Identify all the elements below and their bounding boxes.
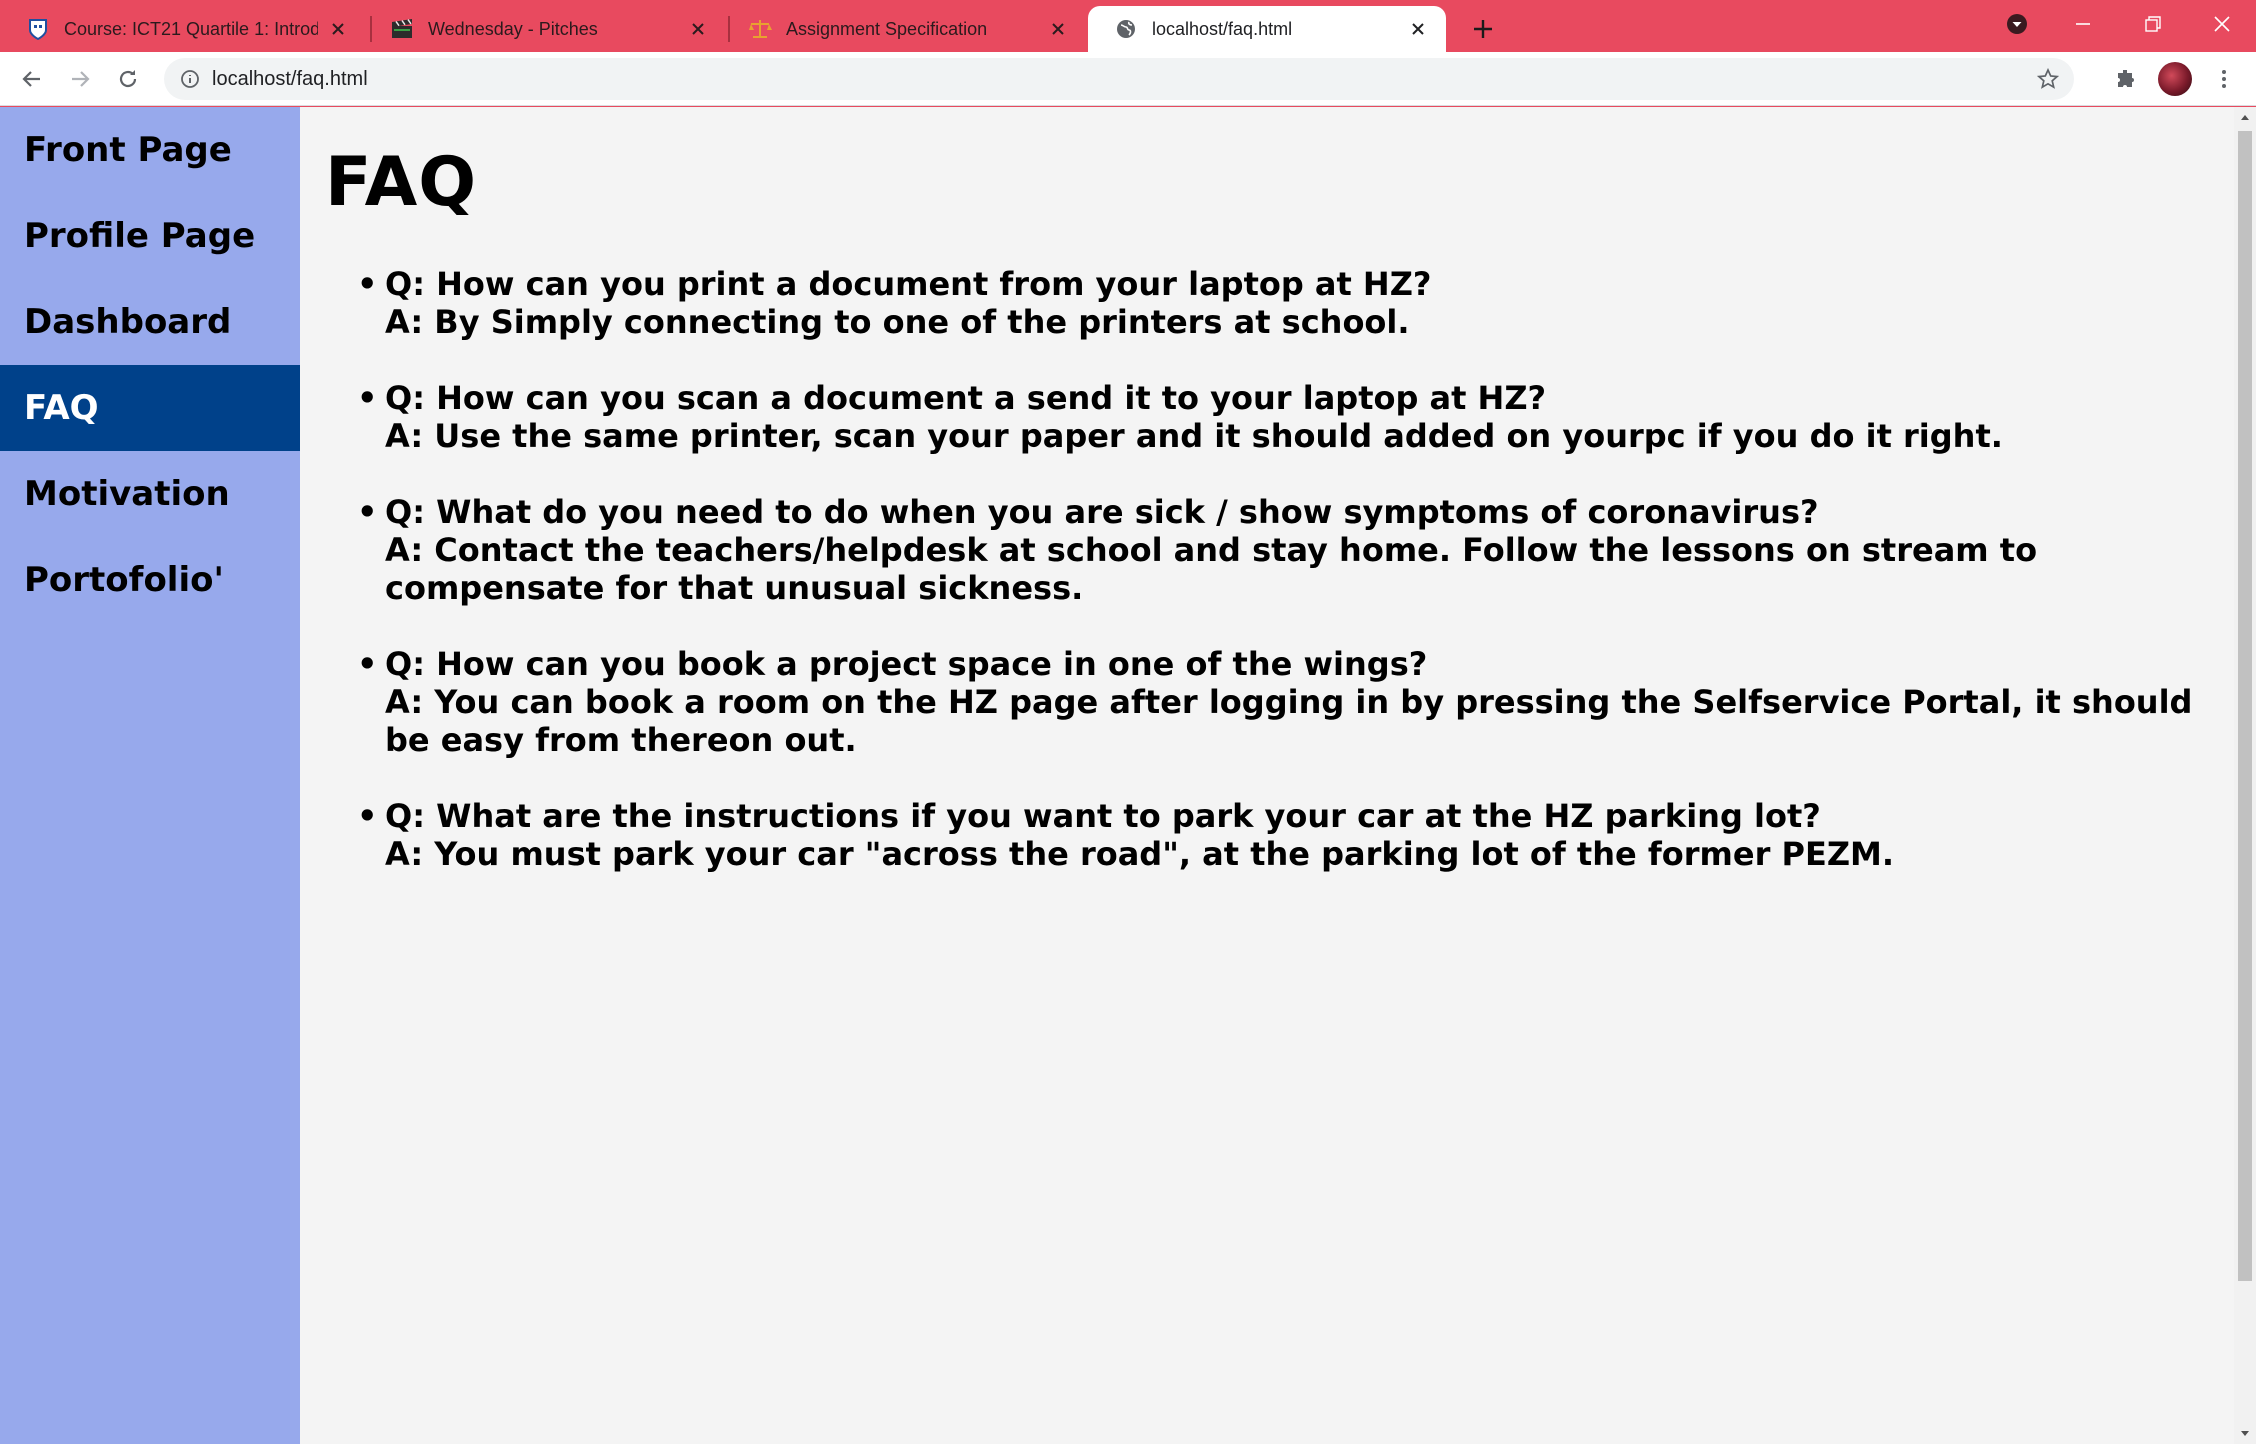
scroll-up-icon[interactable] [2234, 107, 2256, 127]
address-bar[interactable]: localhost/faq.html [164, 58, 2074, 100]
faq-item: • Q: What are the instructions if you wa… [357, 797, 2215, 873]
faq-question: Q: What are the instructions if you want… [385, 797, 1821, 835]
sidebar-nav: Front Page Profile Page Dashboard FAQ Mo… [0, 107, 300, 1444]
close-tab-icon[interactable] [686, 17, 710, 41]
faq-answer: A: You must park your car "across the ro… [385, 835, 1895, 873]
menu-icon[interactable] [2206, 61, 2242, 97]
tab-title: localhost/faq.html [1152, 18, 1293, 39]
scroll-down-icon[interactable] [2234, 1424, 2256, 1444]
faq-answer: A: You can book a room on the HZ page af… [385, 683, 2193, 759]
sidebar-item-portfolio[interactable]: Portofolio' [0, 537, 300, 623]
bullet: • [357, 797, 378, 835]
sidebar-item-profile-page[interactable]: Profile Page [0, 193, 300, 279]
close-tab-icon[interactable] [1046, 17, 1070, 41]
globe-icon [1114, 17, 1138, 41]
close-tab-icon[interactable] [1406, 17, 1430, 41]
faq-answer: A: Use the same printer, scan your paper… [385, 417, 2003, 455]
info-icon[interactable] [178, 67, 202, 91]
tab-pitches[interactable]: Wednesday - Pitches [364, 6, 726, 52]
back-button[interactable] [14, 61, 50, 97]
close-window-icon[interactable] [2188, 0, 2256, 48]
web-page: Front Page Profile Page Dashboard FAQ Mo… [0, 107, 2234, 1444]
minimize-icon[interactable] [2048, 0, 2118, 48]
restore-icon[interactable] [2118, 0, 2188, 48]
tab-assignment[interactable]: Assignment Specification [722, 6, 1086, 52]
faq-question: Q: What do you need to do when you are s… [385, 493, 1819, 531]
browser-toolbar: localhost/faq.html [0, 52, 2256, 106]
new-tab-button[interactable] [1466, 12, 1500, 46]
scales-icon [748, 17, 772, 41]
faq-answer: A: By Simply connecting to one of the pr… [385, 303, 1410, 341]
faq-item: • Q: How can you book a project space in… [357, 645, 2215, 759]
tab-strip: Course: ICT21 Quartile 1: Introdu Wednes… [0, 0, 2256, 52]
faq-question: Q: How can you scan a document a send it… [385, 379, 1547, 417]
forward-button[interactable] [62, 61, 98, 97]
hz-shield-icon [26, 17, 50, 41]
faq-item: • Q: What do you need to do when you are… [357, 493, 2215, 607]
faq-answer: A: Contact the teachers/helpdesk at scho… [385, 531, 2038, 607]
tab-title: Wednesday - Pitches [428, 18, 598, 39]
url-text[interactable]: localhost/faq.html [212, 58, 368, 100]
bookmark-star-icon[interactable] [2036, 67, 2060, 91]
bullet: • [357, 493, 378, 531]
tab-course[interactable]: Course: ICT21 Quartile 1: Introdu [0, 6, 366, 52]
bullet: • [357, 379, 378, 417]
tab-title: Course: ICT21 Quartile 1: Introdu [64, 18, 318, 39]
sidebar-item-front-page[interactable]: Front Page [0, 107, 300, 193]
page-title: FAQ [325, 143, 478, 222]
faq-list: • Q: How can you print a document from y… [357, 265, 2215, 911]
sidebar-item-dashboard[interactable]: Dashboard [0, 279, 300, 365]
tab-search-icon[interactable] [1982, 0, 2052, 48]
bullet: • [357, 265, 378, 303]
extensions-icon[interactable] [2108, 61, 2144, 97]
faq-question: Q: How can you print a document from you… [385, 265, 1432, 303]
tab-faq[interactable]: localhost/faq.html [1088, 6, 1446, 52]
reload-button[interactable] [110, 61, 146, 97]
tab-title: Assignment Specification [786, 18, 988, 39]
clapperboard-icon [390, 17, 414, 41]
scrollbar-thumb[interactable] [2238, 131, 2252, 1281]
faq-item: • Q: How can you scan a document a send … [357, 379, 2215, 455]
sidebar-item-faq[interactable]: FAQ [0, 365, 300, 451]
profile-avatar[interactable] [2158, 62, 2192, 96]
faq-question: Q: How can you book a project space in o… [385, 645, 1428, 683]
sidebar-item-motivation[interactable]: Motivation [0, 451, 300, 537]
vertical-scrollbar[interactable] [2234, 107, 2256, 1444]
bullet: • [357, 645, 378, 683]
close-tab-icon[interactable] [326, 17, 350, 41]
faq-item: • Q: How can you print a document from y… [357, 265, 2215, 341]
